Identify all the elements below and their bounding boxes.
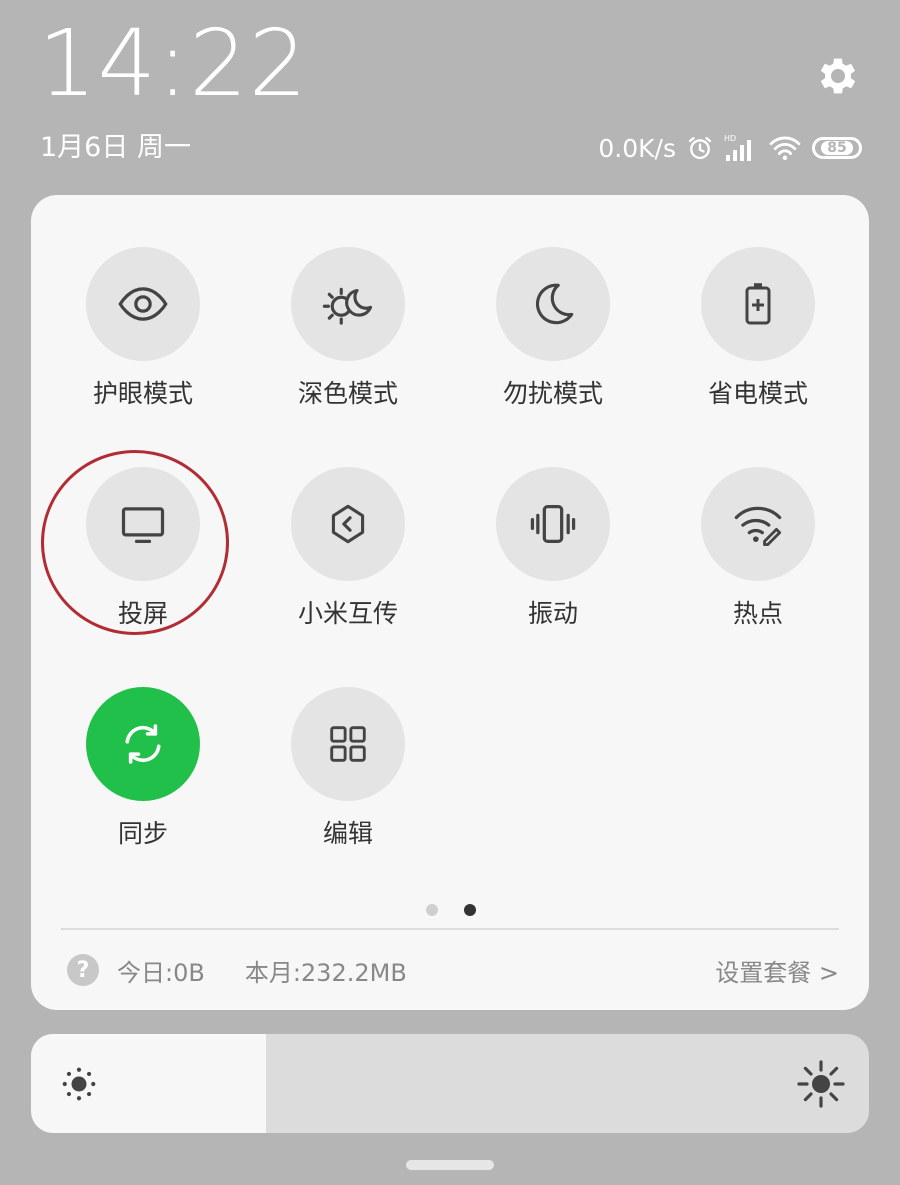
today-usage: 今日:0B (117, 958, 205, 987)
tile-battery-saver-button[interactable] (701, 247, 815, 361)
page-dot[interactable] (426, 904, 438, 916)
tile-sync-button[interactable] (86, 687, 200, 801)
tile-do-not-disturb[interactable]: 勿扰模式 (453, 247, 653, 411)
tile-label: 振动 (527, 599, 578, 628)
svg-text:HD: HD (724, 134, 736, 143)
status-bar: 0.0K/s HD 85 (598, 128, 862, 168)
date-label: 1月6日 周一 (40, 132, 191, 163)
tile-hotspot-button[interactable] (701, 467, 815, 581)
hotspot-icon (734, 506, 782, 546)
clock: 14:22 (38, 10, 309, 117)
mi-share-icon (331, 504, 365, 544)
tile-label: 小米互传 (297, 599, 398, 628)
help-icon[interactable]: ? (67, 954, 99, 986)
month-usage: 本月:232.2MB (244, 958, 407, 987)
moon-icon (535, 283, 574, 325)
tile-dark-mode-button[interactable] (291, 247, 405, 361)
tile-label: 编辑 (322, 819, 373, 848)
battery-level: 85 (821, 141, 853, 155)
wifi-icon (769, 136, 801, 161)
tile-label: 同步 (117, 819, 168, 848)
brightness-slider[interactable] (31, 1034, 869, 1133)
tile-label: 勿扰模式 (502, 379, 603, 408)
tile-eye-care[interactable]: 护眼模式 (43, 247, 243, 411)
tile-sync[interactable]: 同步 (43, 687, 243, 851)
dark-mode-icon (322, 287, 373, 325)
tile-label: 省电模式 (707, 379, 808, 408)
alarm-icon (688, 136, 712, 160)
tile-vibrate-button[interactable] (496, 467, 610, 581)
tile-label: 热点 (732, 599, 783, 628)
tile-eye-care-button[interactable] (86, 247, 200, 361)
set-plan-link[interactable]: 设置套餐 > (715, 953, 839, 988)
settings-gear-icon[interactable] (812, 52, 860, 100)
tile-hotspot[interactable]: 热点 (658, 467, 858, 631)
grid-icon (330, 726, 366, 762)
tile-edit-button[interactable] (291, 687, 405, 801)
sync-icon (125, 724, 161, 764)
tile-mi-share[interactable]: 小米互传 (248, 467, 448, 631)
tile-edit[interactable]: 编辑 (248, 687, 448, 851)
network-speed: 0.0K/s (598, 133, 676, 163)
highlight-ring (41, 450, 229, 635)
tile-label: 深色模式 (297, 379, 398, 408)
brightness-low-icon (62, 1067, 96, 1101)
battery-indicator: 85 (812, 137, 862, 159)
vibrate-icon (530, 505, 576, 543)
hd-signal-icon: HD (724, 134, 751, 161)
data-usage-bar: ? 今日:0B 本月:232.2MB 设置套餐 > (67, 951, 839, 989)
tile-mi-share-button[interactable] (291, 467, 405, 581)
quick-settings-panel: 护眼模式 深色模式 勿扰模式 省电模式 投屏 小米互传 振动 热点 同步 编辑 … (31, 195, 869, 1010)
tile-label: 护眼模式 (92, 379, 193, 408)
divider (61, 928, 839, 930)
eye-icon (118, 287, 168, 321)
tile-battery-saver[interactable]: 省电模式 (658, 247, 858, 411)
brightness-high-icon (797, 1060, 845, 1108)
battery-saver-icon (745, 283, 771, 325)
page-indicator (426, 904, 476, 916)
page-dot-current[interactable] (464, 904, 476, 916)
tile-do-not-disturb-button[interactable] (496, 247, 610, 361)
tile-dark-mode[interactable]: 深色模式 (248, 247, 448, 411)
drag-handle[interactable] (406, 1160, 494, 1170)
tile-vibrate[interactable]: 振动 (453, 467, 653, 631)
